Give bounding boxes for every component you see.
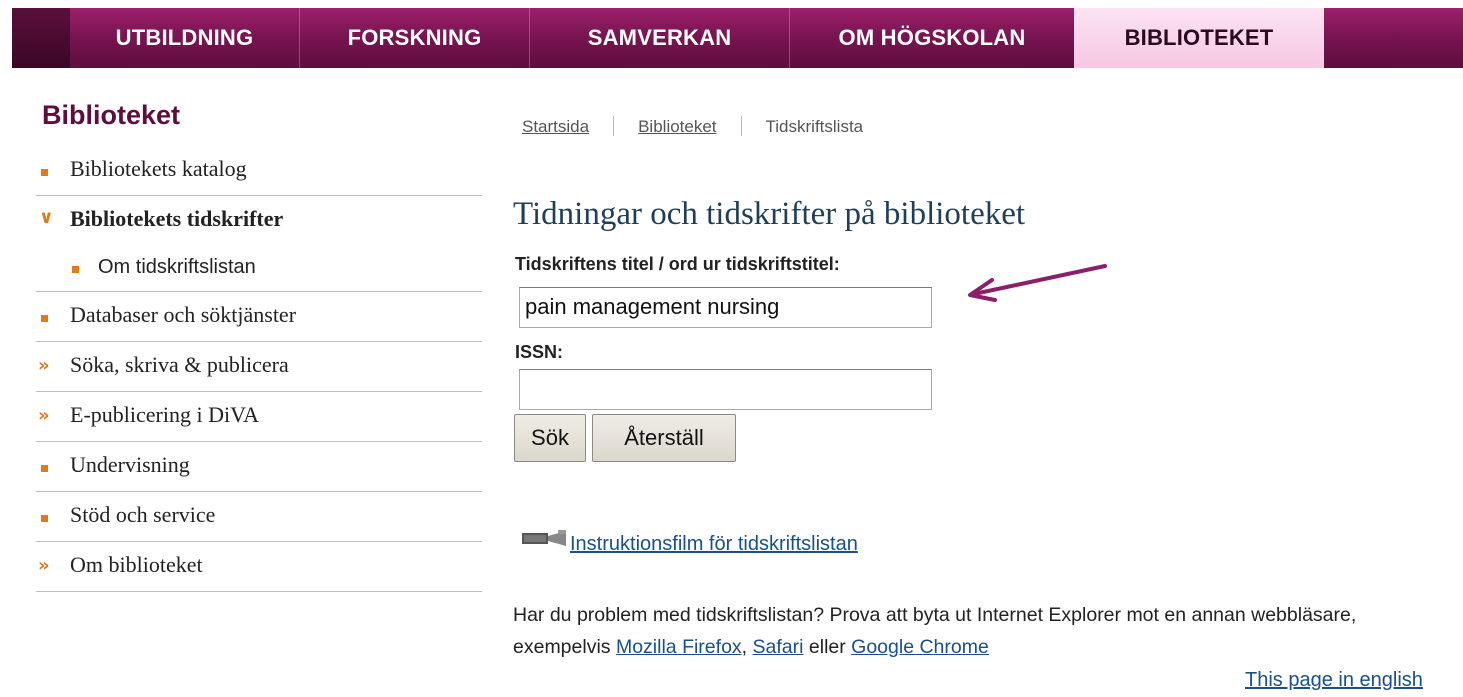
sidebar-item-label: Om tidskriftslistan [98,256,256,278]
title-field-label: Tidskriftens titel / ord ur tidskriftsti… [515,254,840,274]
nav-left-cap [12,8,70,68]
english-page-link[interactable]: This page in english [1245,669,1423,692]
breadcrumb-divider [613,116,615,136]
title-search-input[interactable]: pain management nursing [519,287,932,328]
breadcrumb: Startsida Biblioteket Tidskriftslista [522,116,863,137]
eller-text: eller [808,636,846,658]
search-button[interactable]: Sök [514,414,586,462]
sidebar-item-e-publicering[interactable]: » E-publicering i DiVA [36,392,482,442]
sidebar-item-stod-och-service[interactable]: Stöd och service [36,492,482,542]
safari-link[interactable]: Safari [753,636,804,658]
comma-separator: , [741,636,748,658]
double-arrow-icon: » [38,555,50,576]
browser-help-text: Har du problem med tidskriftslistan? Pro… [513,599,1453,663]
sidebar-item-label: E-publicering i DiVA [70,402,260,427]
sidebar-item-databaser[interactable]: Databaser och söktjänster [36,292,482,342]
sidebar-item-undervisning[interactable]: Undervisning [36,442,482,492]
breadcrumb-biblioteket[interactable]: Biblioteket [638,117,716,136]
firefox-link[interactable]: Mozilla Firefox [616,636,742,658]
sidebar-item-label: Bibliotekets katalog [70,156,247,181]
tab-biblioteket[interactable]: BIBLIOTEKET [1074,8,1324,68]
sidebar-subitem-om-tidskriftslistan[interactable]: Om tidskriftslistan [36,246,482,292]
breadcrumb-current: Tidskriftslista [765,117,864,136]
issn-input[interactable] [519,369,932,410]
breadcrumb-startsida[interactable]: Startsida [522,117,589,136]
annotation-arrow-icon [968,264,1107,302]
breadcrumb-divider [740,116,742,136]
video-camera-icon [522,530,566,546]
double-arrow-icon: » [38,405,50,426]
top-navigation: UTBILDNING FORSKNING SAMVERKAN OM HÖGSKO… [12,8,1463,68]
sidebar-item-bibliotekets-tidskrifter[interactable]: ∨ Bibliotekets tidskrifter [36,196,482,246]
tab-utbildning[interactable]: UTBILDNING [70,8,300,68]
sidebar-item-bibliotekets-katalog[interactable]: Bibliotekets katalog [36,146,482,196]
sidebar-item-label: Stöd och service [70,502,216,527]
sidebar-item-soka-skriva[interactable]: » Söka, skriva & publicera [36,342,482,392]
chevron-down-icon: ∨ [39,207,54,228]
tab-forskning[interactable]: FORSKNING [300,8,530,68]
instruction-film-link[interactable]: Instruktionsfilm för tidskriftslistan [570,533,858,556]
sidebar-item-label: Databaser och söktjänster [70,302,297,327]
reset-button[interactable]: Återställ [592,414,736,462]
tab-samverkan[interactable]: SAMVERKAN [530,8,790,68]
page-title: Tidningar och tidskrifter på biblioteket [513,196,1026,232]
issn-field-label: ISSN: [515,342,564,362]
sidebar-title: Biblioteket [42,100,181,130]
sidebar-item-label: Söka, skriva & publicera [70,352,289,377]
sidebar-menu: Bibliotekets katalog ∨ Bibliotekets tids… [36,146,482,592]
tab-om-hogskolan[interactable]: OM HÖGSKOLAN [790,8,1074,68]
double-arrow-icon: » [38,355,50,376]
sidebar-item-label: Undervisning [70,452,190,477]
sidebar-item-om-biblioteket[interactable]: » Om biblioteket [36,542,482,592]
sidebar-item-label: Om biblioteket [70,552,203,577]
chrome-link[interactable]: Google Chrome [851,636,989,658]
sidebar-item-label: Bibliotekets tidskrifter [70,206,284,231]
